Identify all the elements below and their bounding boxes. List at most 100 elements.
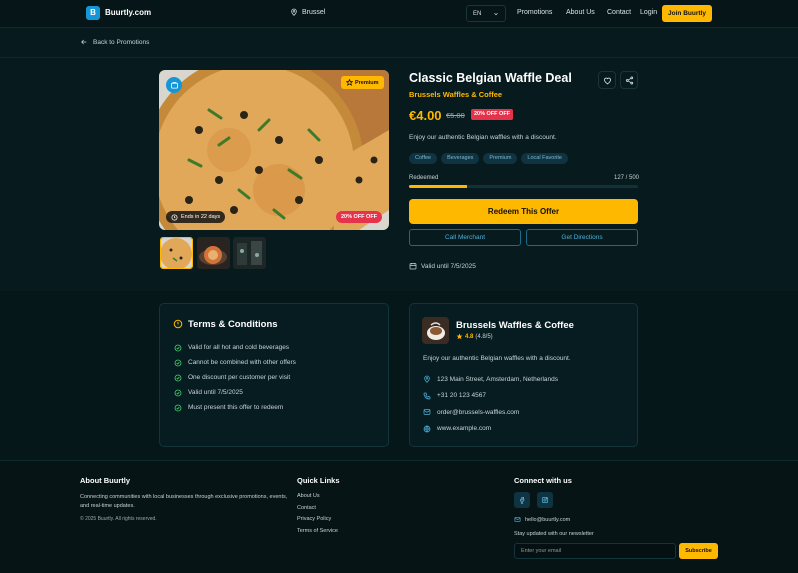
merchant-website[interactable]: www.example.com [423,421,558,438]
thumbnail-2[interactable] [197,237,230,269]
map-pin-icon [290,8,298,16]
validity-info: Valid until 7/5/2025 [409,262,476,270]
language-select[interactable]: EN [466,5,506,22]
chevron-down-icon [493,11,499,17]
get-directions-button[interactable]: Get Directions [526,229,638,246]
check-circle-icon [174,389,182,397]
tag-premium[interactable]: Premium [483,153,518,164]
term-text: Valid for all hot and cold beverages [188,344,290,351]
join-button[interactable]: Join Buurtly [662,5,712,22]
term-item: Cannot be combined with other offers [174,355,296,370]
map-pin-icon [423,375,431,384]
details-section [0,291,798,460]
website-text: www.example.com [437,425,492,433]
share-icon [625,76,634,85]
tag-beverages[interactable]: Beverages [441,153,480,164]
newsletter-email-input[interactable] [514,543,676,559]
term-text: One discount per customer per visit [188,374,291,381]
premium-badge: Premium [341,76,384,89]
check-circle-icon [174,404,182,412]
term-text: Must present this offer to redeem [188,404,284,411]
divider [0,57,798,58]
footer-copyright: © 2025 Buurtly. All rights reserved. [80,516,157,522]
redeemed-progress-fill [409,185,468,188]
nav-contact[interactable]: Contact [607,9,631,16]
premium-label: Premium [355,79,379,86]
offer-main-image[interactable] [159,70,389,230]
photo-icon[interactable] [166,77,182,93]
check-circle-icon [174,344,182,352]
back-link[interactable]: Back to Promotions [80,38,149,46]
globe-icon [423,425,431,433]
footer-connect-title: Connect with us [514,476,572,485]
newsletter-label: Stay updated with our newsletter [514,531,594,537]
star-icon [456,333,463,340]
footer-links: About Us Contact Privacy Policy Terms of… [297,493,338,539]
merchant-contact-list: 123 Main Street, Amsterdam, Netherlands … [423,371,558,437]
address-text: 123 Main Street, Amsterdam, Netherlands [437,375,559,383]
footer-link-terms[interactable]: Terms of Service [297,528,338,540]
info-icon [173,319,183,329]
tag-coffee[interactable]: Coffee [409,153,438,164]
term-text: Cannot be combined with other offers [188,359,296,366]
offer-title: Classic Belgian Waffle Deal [409,71,572,85]
merchant-link[interactable]: Brussels Waffles & Coffee [409,90,502,99]
merchant-address[interactable]: 123 Main Street, Amsterdam, Netherlands [423,371,558,388]
tag-list: Coffee Beverages Premium Local Favorite [409,153,568,164]
footer-email[interactable]: hello@buurtly.com [514,516,570,523]
redeemed-count: 127 / 500 [614,175,640,181]
merchant-avatar[interactable] [422,317,449,344]
star-icon [346,79,353,86]
merchant-rating: 4.8 (4.8/5) [456,333,493,340]
nav-login[interactable]: Login [640,9,657,16]
footer-link-about[interactable]: About Us [297,493,338,505]
back-label: Back to Promotions [93,38,150,46]
redeemed-progress-bar [409,185,638,188]
instagram-icon[interactable] [537,492,553,508]
favorite-button[interactable] [598,71,616,89]
nav-promotions[interactable]: Promotions [517,9,552,16]
term-item: Valid for all hot and cold beverages [174,340,296,355]
nav-about-us[interactable]: About Us [566,9,595,16]
offer-description: Enjoy our authentic Belgian waffles with… [409,134,557,141]
merchant-description: Enjoy our authentic Belgian waffles with… [423,355,571,362]
term-item: One discount per customer per visit [174,370,296,385]
thumbnail-1[interactable] [160,237,193,269]
merchant-name[interactable]: Brussels Waffles & Coffee [456,320,574,331]
language-value: EN [473,10,482,17]
rating-value: 4.8 [465,333,474,340]
rating-detail: (4.8/5) [475,333,493,340]
location-label: Brussel [302,8,326,16]
location-selector[interactable]: Brussel [290,8,325,16]
phone-icon [423,392,431,400]
footer-about-title: About Buurtly [80,476,130,485]
expiry-badge: Ends in 22 days [166,211,226,223]
merchant-phone[interactable]: +31 20 123 4567 [423,388,558,405]
term-text: Valid until 7/5/2025 [188,389,243,396]
footer-link-contact[interactable]: Contact [297,505,338,517]
arrow-left-icon [80,38,88,46]
terms-list: Valid for all hot and cold beverages Can… [174,340,296,415]
merchant-email[interactable]: order@brussels-waffles.com [423,404,558,421]
tag-local-favorite[interactable]: Local Favorite [521,153,568,164]
facebook-icon[interactable] [514,492,530,508]
offer-price: €4.00 [409,108,442,123]
brand-name[interactable]: Buurtly.com [105,8,151,17]
footer-links-title: Quick Links [297,476,340,485]
footer-about-text: Connecting communities with local busine… [80,494,288,509]
share-button[interactable] [620,71,638,89]
term-item: Valid until 7/5/2025 [174,385,296,400]
original-price: €5.00 [446,111,465,120]
term-item: Must present this offer to redeem [174,400,296,415]
email-text: order@brussels-waffles.com [437,408,520,416]
logo-icon[interactable]: B [86,6,100,20]
subscribe-button[interactable]: Subscribe [679,543,718,559]
valid-until-label: Valid until 7/5/2025 [421,262,476,270]
redeemed-label: Redeemed [409,175,439,181]
mail-icon [514,516,521,523]
footer-link-privacy[interactable]: Privacy Policy [297,516,338,528]
thumbnail-3[interactable] [233,237,266,269]
redeem-button[interactable]: Redeem This Offer [409,199,638,224]
call-merchant-button[interactable]: Call Merchant [409,229,521,246]
image-discount-badge: 20% OFF OFF [336,211,383,223]
